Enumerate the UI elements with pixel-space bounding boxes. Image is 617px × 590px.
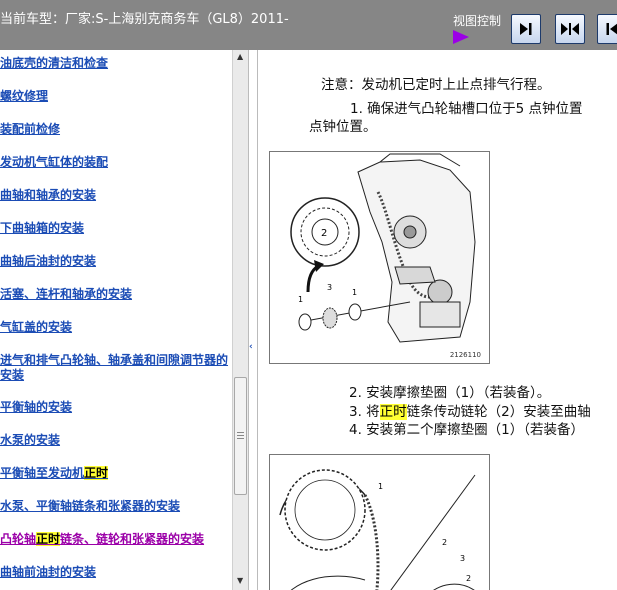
next-page-button[interactable] <box>511 14 541 44</box>
sidebar-nav: 油底壳的清洁和检查 螺纹修理 装配前检修 发动机气缸体的装配 曲轴和轴承的安装 … <box>0 50 232 590</box>
sidebar-item-water-pump-chain-tensioner[interactable]: 水泵、平衡轴链条和张紧器的安装 <box>0 499 228 514</box>
scroll-up-arrow-icon[interactable]: ▲ <box>237 52 243 61</box>
sidebar-item-crankshaft-bearing-install[interactable]: 曲轴和轴承的安装 <box>0 188 228 203</box>
sidebar-item-water-pump-install[interactable]: 水泵的安装 <box>0 433 228 448</box>
next-page-icon <box>520 23 532 35</box>
sidebar-item-front-crank-seal-install[interactable]: 曲轴前油封的安装 <box>0 565 228 580</box>
search-highlight: 正时 <box>36 532 61 546</box>
sidebar-item-camshaft-install[interactable]: 进气和排气凸轮轴、轴承盖和间隙调节器的安装 <box>0 353 228 383</box>
sidebar-scrollbar[interactable]: ▲ ▼ <box>232 50 248 590</box>
split-view-icon <box>561 23 579 35</box>
view-control-label: 视图控制 <box>453 14 502 28</box>
step-1-text: 1. 确保进气凸轮轴槽口位于5 点钟位置 <box>350 101 583 117</box>
svg-text:3: 3 <box>327 283 332 292</box>
sidebar-item-piston-rod-install[interactable]: 活塞、连杆和轴承的安装 <box>0 287 228 302</box>
step-4-text: 4. 安装第二个摩擦垫圈（1）（若装备） <box>349 422 585 438</box>
sidebar-item-label: 凸轮轴 <box>0 532 37 546</box>
step-3-text: 3. 将正时链条传动链轮（2）安装至曲轴 <box>349 404 591 420</box>
sidebar-item-pre-assembly-inspection[interactable]: 装配前检修 <box>0 122 228 137</box>
sidebar-item-cam-timing-chain[interactable]: 凸轮轴正时链条、链轮和张紧器的安装 <box>0 532 228 547</box>
svg-text:1: 1 <box>298 295 303 304</box>
svg-text:3: 3 <box>460 554 465 563</box>
splitter-handle-icon[interactable]: ‹ <box>249 342 253 352</box>
sidebar-item-oil-pan-cleaning[interactable]: 油底壳的清洁和检查 <box>0 56 228 71</box>
sidebar-item-label: 平衡轴至发动机 <box>0 466 85 480</box>
engine-diagram-illustration: 2 1 3 1 <box>290 153 476 343</box>
pane-splitter[interactable]: ‹ <box>248 50 258 590</box>
sidebar-item-lower-crankcase-install[interactable]: 下曲轴箱的安装 <box>0 221 228 236</box>
scroll-down-arrow-icon[interactable]: ▼ <box>237 576 243 585</box>
timing-note: 注意：发动机已定时上止点排气行程。 <box>321 77 551 93</box>
sidebar-item-engine-block-assembly[interactable]: 发动机气缸体的装配 <box>0 155 228 170</box>
sidebar-item-thread-repair[interactable]: 螺纹修理 <box>0 89 228 104</box>
document-content: 注意：发动机已定时上止点排气行程。 1. 确保进气凸轮轴槽口位于5 点钟位置 点… <box>258 50 617 590</box>
top-toolbar: 当前车型：厂家:S-上海别克商务车（GL8）2011- 视图控制 <box>0 0 617 50</box>
split-view-button[interactable] <box>555 14 585 44</box>
timing-chain-illustration: 1 2 3 2 <box>279 469 476 590</box>
svg-text:2: 2 <box>466 574 471 583</box>
scrollbar-thumb[interactable] <box>234 377 247 495</box>
figure-timing-chain: 1 2 3 2 <box>269 454 490 590</box>
current-vehicle-title: 当前车型：厂家:S-上海别克商务车（GL8）2011- <box>0 12 289 27</box>
sidebar-item-rear-crank-seal-install[interactable]: 曲轴后油封的安装 <box>0 254 228 269</box>
step-1-continuation: 点钟位置。 <box>309 119 377 135</box>
figure-crankshaft-sprocket: 2 1 3 1 2126110 <box>269 151 490 364</box>
svg-text:2: 2 <box>442 538 447 547</box>
previous-page-button[interactable] <box>597 14 617 44</box>
sidebar-item-label: 链条、链轮和张紧器的安装 <box>60 532 205 546</box>
step-2-text: 2. 安装摩擦垫圈（1）（若装备）。 <box>349 385 551 401</box>
previous-page-icon <box>606 23 617 35</box>
view-control-flag-icon <box>453 30 469 44</box>
search-highlight: 正时 <box>84 466 109 480</box>
svg-text:2: 2 <box>321 228 327 239</box>
sidebar-item-balance-shaft-timing[interactable]: 平衡轴至发动机正时 <box>0 466 228 481</box>
svg-text:1: 1 <box>352 288 357 297</box>
svg-text:1: 1 <box>378 482 383 491</box>
sidebar-item-cylinder-head-install[interactable]: 气缸盖的安装 <box>0 320 228 335</box>
sidebar-item-balance-shaft-install[interactable]: 平衡轴的安装 <box>0 400 228 415</box>
figure-id: 2126110 <box>449 351 481 359</box>
